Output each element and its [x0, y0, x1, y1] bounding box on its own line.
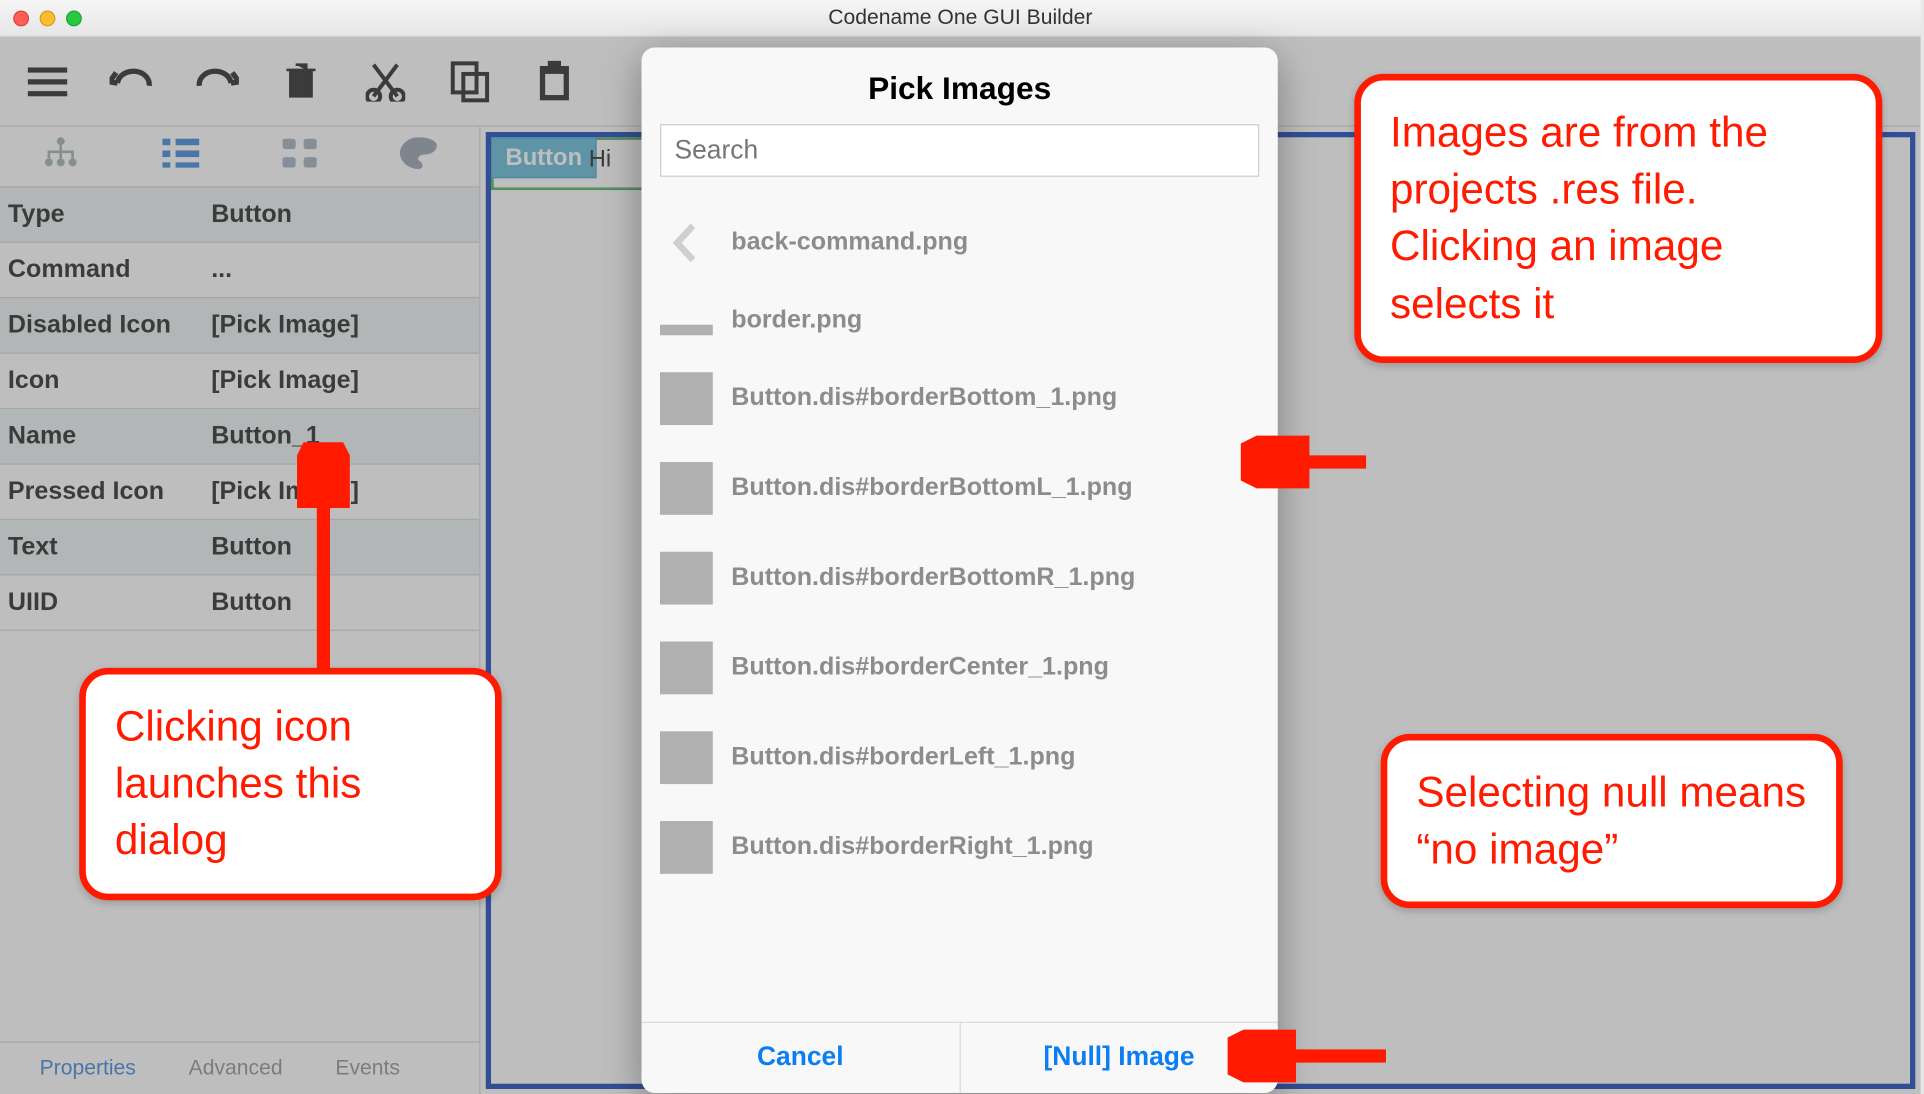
- palette-icon[interactable]: [400, 137, 437, 175]
- prop-row-disabled-icon[interactable]: Disabled Icon[Pick Image]: [0, 298, 479, 353]
- list-item[interactable]: back-command.png: [655, 198, 1265, 288]
- window-controls: [13, 10, 82, 26]
- prop-row-uiid[interactable]: UIIDButton: [0, 576, 479, 631]
- image-thumbnail: [660, 642, 713, 695]
- list-item[interactable]: Button.dis#borderCenter_1.png: [655, 623, 1265, 713]
- tab-properties[interactable]: Properties: [40, 1057, 136, 1081]
- list-item[interactable]: Button.dis#borderBottomR_1.png: [655, 533, 1265, 623]
- arrow-icon: [1241, 436, 1366, 489]
- prop-row-type[interactable]: TypeButton: [0, 187, 479, 242]
- window-title: Codename One GUI Builder: [828, 6, 1092, 30]
- delete-icon[interactable]: [277, 57, 325, 105]
- copy-icon[interactable]: [446, 57, 494, 105]
- list-item[interactable]: Button.dis#borderBottomL_1.png: [655, 444, 1265, 534]
- grid-view-icon[interactable]: [283, 139, 317, 175]
- image-thumbnail: [660, 325, 713, 336]
- sidebar-view-tabs: [0, 127, 479, 188]
- image-list[interactable]: back-command.png border.png Button.dis#b…: [642, 190, 1278, 1022]
- titlebar: Codename One GUI Builder: [0, 0, 1921, 37]
- redo-icon[interactable]: [193, 57, 241, 105]
- back-arrow-icon: [660, 216, 713, 269]
- undo-icon[interactable]: [108, 57, 156, 105]
- callout-bottomright: Selecting null means “no image”: [1381, 734, 1843, 909]
- dialog-title: Pick Images: [642, 48, 1278, 125]
- list-item[interactable]: Button.dis#borderLeft_1.png: [655, 713, 1265, 803]
- pick-images-dialog: Pick Images back-command.png border.png …: [642, 48, 1278, 1093]
- minimize-icon[interactable]: [40, 10, 56, 26]
- callout-left: Clicking icon launches this dialog: [79, 668, 501, 900]
- zoom-icon[interactable]: [66, 10, 82, 26]
- sidebar: TypeButton Command... Disabled Icon[Pick…: [0, 127, 480, 1094]
- close-icon[interactable]: [13, 10, 29, 26]
- prop-row-pressed-icon[interactable]: Pressed Icon[Pick Image]: [0, 465, 479, 520]
- canvas-button[interactable]: Button: [491, 137, 597, 178]
- properties-table: TypeButton Command... Disabled Icon[Pick…: [0, 187, 479, 1041]
- list-item[interactable]: Button.dis#borderRight_1.png: [655, 803, 1265, 893]
- dialog-buttons: Cancel [Null] Image: [642, 1022, 1278, 1093]
- image-thumbnail: [660, 372, 713, 425]
- prop-row-text[interactable]: TextButton: [0, 520, 479, 575]
- menu-icon[interactable]: [24, 57, 72, 105]
- image-thumbnail: [660, 462, 713, 515]
- tab-advanced[interactable]: Advanced: [189, 1057, 283, 1081]
- prop-row-name[interactable]: NameButton_1: [0, 409, 479, 464]
- tab-events[interactable]: Events: [335, 1057, 400, 1081]
- sidebar-bottom-tabs: Properties Advanced Events: [0, 1041, 479, 1094]
- callout-topright: Images are from the projects .res file. …: [1354, 74, 1882, 363]
- search-input[interactable]: [660, 124, 1259, 177]
- prop-row-icon[interactable]: Icon[Pick Image]: [0, 354, 479, 409]
- canvas-label-hi: Hi: [589, 145, 611, 173]
- paste-icon[interactable]: [531, 57, 579, 105]
- list-item[interactable]: border.png: [655, 288, 1265, 354]
- arrow-icon: [297, 442, 350, 673]
- list-view-icon[interactable]: [162, 139, 199, 175]
- cancel-button[interactable]: Cancel: [642, 1023, 959, 1093]
- image-thumbnail: [660, 821, 713, 874]
- arrow-icon: [1228, 1030, 1386, 1083]
- image-thumbnail: [660, 552, 713, 605]
- image-thumbnail: [660, 731, 713, 784]
- prop-row-command[interactable]: Command...: [0, 243, 479, 298]
- list-item[interactable]: Button.dis#borderBottom_1.png: [655, 354, 1265, 444]
- dialog-search: [660, 124, 1259, 177]
- cut-icon[interactable]: [362, 57, 410, 105]
- tree-view-icon[interactable]: [42, 136, 79, 177]
